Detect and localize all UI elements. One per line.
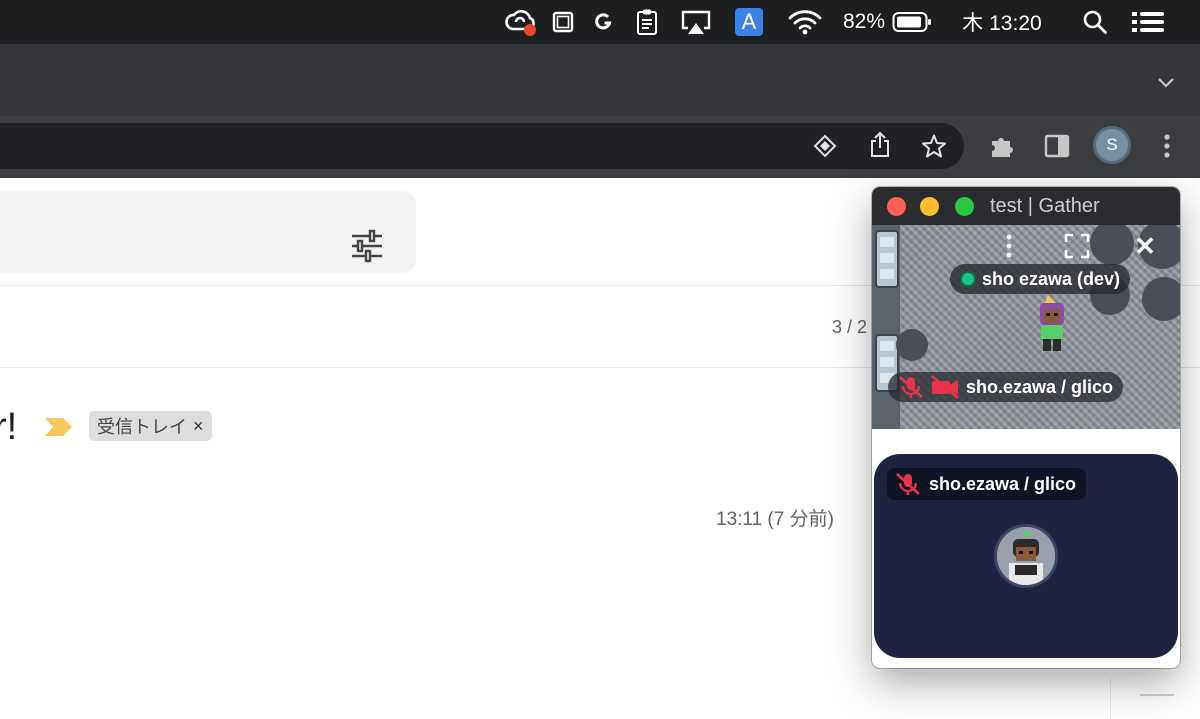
close-icon[interactable]: ✕: [1130, 231, 1160, 261]
grammarly-icon[interactable]: [590, 0, 616, 44]
more-menu-icon[interactable]: [1152, 131, 1182, 161]
browser-toolbar: [0, 116, 1200, 178]
profile-initial: S: [1106, 135, 1118, 154]
window-minimize-button[interactable]: [920, 197, 939, 216]
spotlight-search-icon[interactable]: [1078, 0, 1112, 44]
clock-text: 木 13:20: [962, 12, 1042, 35]
map-nametag-dev-user: sho ezawa (dev): [950, 264, 1131, 294]
menubar-clock[interactable]: 木 13:20: [952, 0, 1052, 44]
mail-search-bar[interactable]: [0, 191, 416, 273]
battery-percent: 82%: [838, 0, 890, 44]
mic-muted-icon: [899, 376, 923, 398]
label-chip-text: 受信トレイ: [97, 417, 187, 437]
browser-tab-strip: [0, 44, 1200, 116]
screen-icon[interactable]: [548, 0, 578, 44]
install-app-icon[interactable]: [810, 131, 840, 161]
label-chip-inbox[interactable]: 受信トレイ ×: [89, 411, 212, 441]
battery-percent-text: 82%: [842, 10, 886, 33]
participant-name: sho.ezawa / glico: [929, 473, 1077, 494]
map-nametag-text: sho.ezawa / glico: [966, 376, 1114, 397]
map-nametag-muted-user: sho.ezawa / glico: [888, 372, 1124, 402]
gather-window[interactable]: test | Gather ✕ sho ezawa (dev) sho.ezaw…: [872, 187, 1180, 668]
input-source-icon[interactable]: A: [734, 0, 764, 44]
search-options-sliders-icon[interactable]: [350, 229, 384, 263]
map-avatar[interactable]: [1034, 295, 1070, 353]
camera-off-icon: [931, 375, 959, 399]
fullscreen-icon[interactable]: [1062, 231, 1092, 261]
participant-video-tile[interactable]: sho.ezawa / glico: [874, 454, 1178, 658]
online-status-dot: [960, 271, 976, 287]
window-close-button[interactable]: [887, 197, 906, 216]
window-zoom-button[interactable]: [955, 197, 974, 216]
clipboard-icon[interactable]: [632, 0, 662, 44]
pagination-text: 3 / 2: [832, 317, 868, 337]
battery-icon[interactable]: [890, 0, 934, 44]
tab-search-chevron-down-icon[interactable]: [1156, 74, 1176, 90]
map-more-options-icon[interactable]: [994, 231, 1024, 261]
airplay-icon[interactable]: [678, 0, 714, 44]
gather-window-title: test | Gather: [990, 195, 1100, 217]
profile-avatar[interactable]: S: [1093, 126, 1131, 164]
gather-title-bar[interactable]: test | Gather: [872, 187, 1180, 225]
mic-muted-icon: [896, 473, 920, 495]
divider: [1110, 678, 1111, 719]
divider: [1140, 694, 1174, 696]
creative-cloud-icon[interactable]: [502, 0, 538, 44]
importance-marker-icon[interactable]: [44, 416, 74, 438]
macos-menu-bar: A 82% 木 13:20: [0, 0, 1200, 44]
wifi-icon[interactable]: [786, 0, 824, 44]
control-center-icon[interactable]: [1128, 0, 1168, 44]
email-subject: r!: [0, 406, 18, 448]
input-source-letter: A: [741, 9, 757, 34]
map-nametag-text: sho ezawa (dev): [982, 268, 1121, 289]
participant-nametag: sho.ezawa / glico: [887, 468, 1087, 500]
bookmark-star-icon[interactable]: [919, 131, 949, 161]
extensions-puzzle-icon[interactable]: [987, 131, 1017, 161]
side-panel-icon[interactable]: [1042, 131, 1072, 161]
share-icon[interactable]: [865, 130, 895, 160]
gather-map-view[interactable]: ✕ sho ezawa (dev) sho.ezawa / glico: [872, 225, 1180, 429]
email-timestamp: 13:11 (7 分前): [716, 509, 834, 530]
remove-label-close-icon[interactable]: ×: [193, 416, 204, 437]
close-glyph: ✕: [1134, 231, 1156, 261]
participant-avatar: [994, 524, 1058, 588]
